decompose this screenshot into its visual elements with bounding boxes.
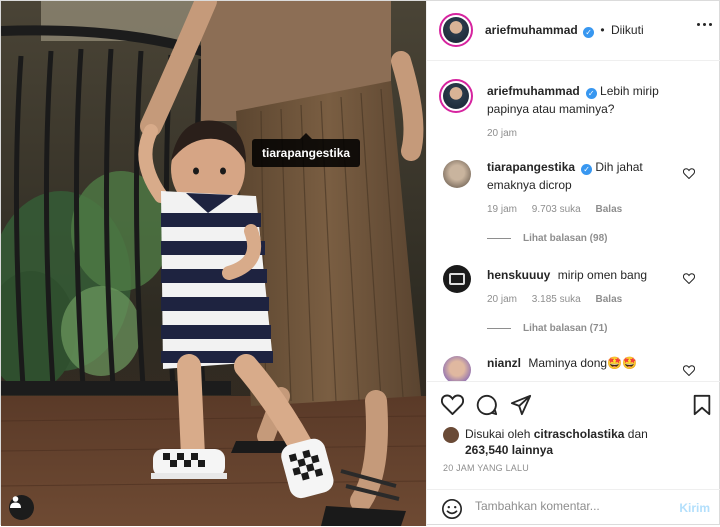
emoji-icon[interactable] <box>441 498 463 520</box>
comments-list: ariefmuhammad ✓ Lebih mirip papinya atau … <box>427 61 720 381</box>
comment-time[interactable]: 19 jam <box>487 204 517 215</box>
send-comment-button[interactable]: Kirim <box>679 501 710 515</box>
author-username[interactable]: ariefmuhammad <box>485 23 578 37</box>
comment-icon[interactable] <box>476 394 498 416</box>
verified-icon: ✓ <box>583 27 595 38</box>
post-timestamp[interactable]: 20 JAM YANG LALU <box>443 463 529 473</box>
comment-username[interactable]: henskuuuy <box>487 268 550 282</box>
comment-username[interactable]: nianzl <box>487 356 521 370</box>
likes-suffix[interactable]: lainnya <box>512 443 553 457</box>
comment-avatar[interactable] <box>443 265 471 293</box>
follow-status-button[interactable]: Diikuti <box>611 23 644 37</box>
reply-button[interactable]: Balas <box>596 294 623 305</box>
comment-text: Maminya dong🤩🤩 <box>528 356 637 370</box>
add-comment-bar: Kirim <box>427 489 720 527</box>
comment-text-block: tiarapangestika ✓ Dih jahat emaknya dicro… <box>487 158 667 194</box>
likes-summary: Disukai oleh citrascholastika dan 263,54… <box>443 426 683 458</box>
likes-count[interactable]: 263,540 <box>465 443 508 457</box>
comment-avatar[interactable] <box>443 356 471 381</box>
liker-avatar[interactable] <box>443 427 459 443</box>
user-tag-button[interactable] <box>9 495 34 520</box>
view-replies-button[interactable]: Lihat balasan (71) <box>487 323 607 334</box>
comment-text-block: nianzl Maminya dong🤩🤩 <box>487 354 667 372</box>
verified-icon: ✓ <box>585 88 597 99</box>
view-replies-button[interactable]: Lihat balasan (98) <box>487 233 607 244</box>
post-actions: Disukai oleh citrascholastika dan 263,54… <box>427 381 720 526</box>
comment-meta: 20 jam 3.185 suka Balas <box>487 294 634 305</box>
caption-text-block: ariefmuhammad ✓ Lebih mirip papinya atau … <box>487 82 687 118</box>
post-photo[interactable]: tiarapangestika <box>1 1 426 526</box>
comment-meta: 19 jam 9.703 suka Balas <box>487 204 634 215</box>
more-icon[interactable] <box>697 23 712 26</box>
bookmark-icon[interactable] <box>692 394 712 416</box>
comment-input[interactable] <box>475 499 665 513</box>
photo-illustration <box>1 1 426 526</box>
header-separator: • <box>600 23 605 37</box>
caption-username[interactable]: ariefmuhammad <box>487 84 580 98</box>
share-icon[interactable] <box>510 394 532 416</box>
comment-username[interactable]: tiarapangestika <box>487 160 575 174</box>
comment-like-heart-icon[interactable] <box>683 273 695 284</box>
likes-conj: dan <box>627 427 648 441</box>
comment-likes[interactable]: 3.185 suka <box>532 294 581 305</box>
comment-like-heart-icon[interactable] <box>683 168 695 179</box>
likes-prefix: Disukai oleh <box>465 427 531 441</box>
caption-meta: 20 jam <box>487 128 529 139</box>
comment-likes[interactable]: 9.703 suka <box>532 204 581 215</box>
reply-button[interactable]: Balas <box>596 204 623 215</box>
post-side-panel: ariefmuhammad ✓ • Diikuti ariefmuhammad ✓… <box>426 1 720 526</box>
heart-icon[interactable] <box>441 394 464 415</box>
photo-user-tag[interactable]: tiarapangestika <box>252 133 361 167</box>
action-icons-row <box>441 394 532 416</box>
verified-icon: ✓ <box>581 164 593 175</box>
author-avatar[interactable] <box>439 13 473 47</box>
post-header: ariefmuhammad ✓ • Diikuti <box>427 1 720 61</box>
comment-text: mirip omen bang <box>557 268 648 282</box>
instagram-post-modal: tiarapangestika ariefmuhammad ✓ • Diikut… <box>0 0 720 526</box>
comment-avatar[interactable] <box>443 160 471 188</box>
comment-text-block: henskuuuy mirip omen bang <box>487 266 667 284</box>
caption-avatar[interactable] <box>439 79 473 113</box>
user-tag-icon <box>10 496 21 508</box>
liker-username[interactable]: citrascholastika <box>534 427 625 441</box>
header-title-row: ariefmuhammad ✓ • Diikuti <box>485 23 644 38</box>
comment-time[interactable]: 20 jam <box>487 294 517 305</box>
caption-time[interactable]: 20 jam <box>487 128 517 139</box>
comment-like-heart-icon[interactable] <box>683 365 695 376</box>
likes-text: Disukai oleh citrascholastika dan 263,54… <box>465 426 683 458</box>
